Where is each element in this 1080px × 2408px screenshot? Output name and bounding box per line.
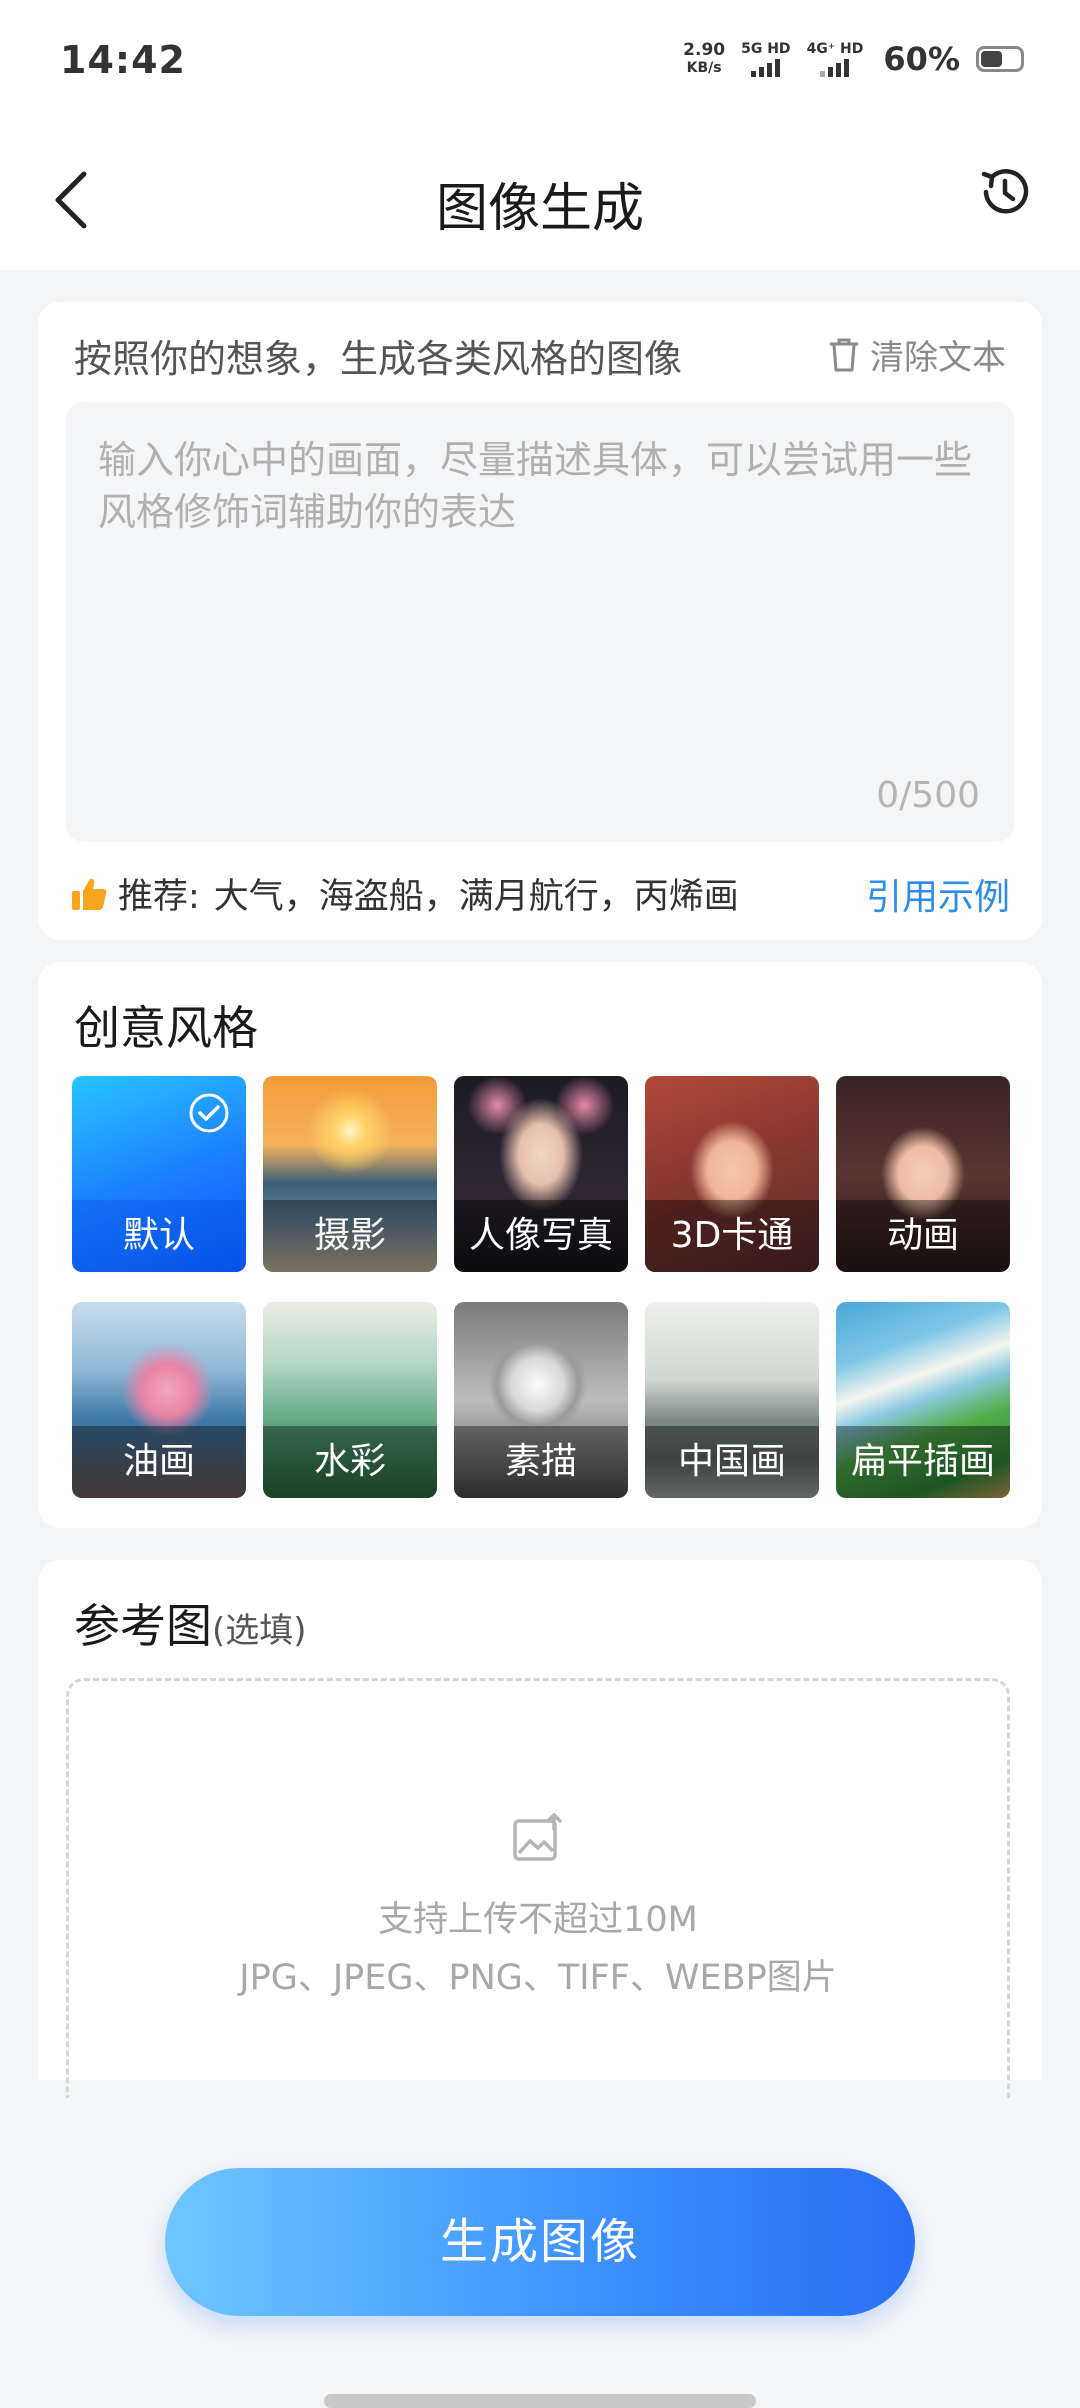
history-button[interactable] <box>974 162 1034 222</box>
status-indicators: 2.90 KB/s 5G HD 4G⁺ HD 60% <box>683 40 1024 78</box>
history-clock-icon <box>981 169 1029 214</box>
prompt-placeholder: 输入你心中的画面，尽量描述具体，可以尝试用一些风格修饰词辅助你的表达 <box>98 438 973 534</box>
style-label: 油画 <box>72 1426 246 1498</box>
style-label: 3D卡通 <box>645 1200 819 1272</box>
trash-icon <box>829 338 859 371</box>
clear-text-button[interactable]: 清除文本 <box>828 330 1006 379</box>
style-tile-watercolor[interactable]: 水彩 <box>263 1302 437 1498</box>
sim2-signal: 4G⁺ HD <box>807 42 863 77</box>
style-card: 创意风格 默认 摄影 人像写真 3D卡通 动画 油画 水彩 素描 中国画 扁平插… <box>38 962 1042 1528</box>
image-upload-icon <box>513 1813 562 1861</box>
optional-hint: (选填) <box>212 1611 307 1651</box>
char-count: 0/500 <box>876 775 980 816</box>
signal-bars-icon <box>820 58 850 77</box>
style-label: 动画 <box>836 1200 1010 1272</box>
recommend-label: 推荐: <box>118 877 200 917</box>
style-tile-anime[interactable]: 动画 <box>836 1076 1010 1272</box>
network-speed: 2.90 KB/s <box>683 40 726 76</box>
style-section-title: 创意风格 <box>74 1001 258 1055</box>
style-label: 摄影 <box>263 1200 437 1272</box>
home-indicator <box>324 2394 756 2408</box>
upload-format-hint: JPG、JPEG、PNG、TIFF、WEBP图片 <box>239 1958 837 1998</box>
style-label: 水彩 <box>263 1426 437 1498</box>
prompt-input[interactable]: 输入你心中的画面，尽量描述具体，可以尝试用一些风格修饰词辅助你的表达 0/500 <box>66 402 1014 842</box>
prompt-card: 按照你的想象，生成各类风格的图像 清除文本 输入你心中的画面，尽量描述具体，可以… <box>38 302 1042 940</box>
clear-text-label: 清除文本 <box>870 338 1006 378</box>
upload-size-hint: 支持上传不超过10M <box>378 1900 698 1940</box>
signal-bars-icon <box>751 58 781 77</box>
reference-card: 参考图(选填) 支持上传不超过10M JPG、JPEG、PNG、TIFF、WEB… <box>38 1560 1042 2098</box>
app-header: 图像生成 <box>0 130 1080 270</box>
style-label: 人像写真 <box>454 1200 628 1272</box>
cite-example-link[interactable]: 引用示例 <box>866 868 1010 920</box>
style-label: 扁平插画 <box>836 1426 1010 1498</box>
thumbs-up-icon <box>72 878 107 910</box>
style-label: 素描 <box>454 1426 628 1498</box>
style-tile-portrait[interactable]: 人像写真 <box>454 1076 628 1272</box>
style-tile-3d-cartoon[interactable]: 3D卡通 <box>645 1076 819 1272</box>
style-tile-default[interactable]: 默认 <box>72 1076 246 1272</box>
sim1-signal: 5G HD <box>741 42 791 77</box>
page-title: 图像生成 <box>435 179 644 239</box>
check-circle-icon <box>189 1093 229 1133</box>
status-time: 14:42 <box>60 38 186 82</box>
style-tile-oil-painting[interactable]: 油画 <box>72 1302 246 1498</box>
generate-image-button[interactable]: 生成图像 <box>165 2168 915 2316</box>
style-tile-flat-illustration[interactable]: 扁平插画 <box>836 1302 1010 1498</box>
upload-dropzone[interactable]: 支持上传不超过10M JPG、JPEG、PNG、TIFF、WEBP图片 <box>66 1678 1010 2098</box>
style-tile-chinese-painting[interactable]: 中国画 <box>645 1302 819 1498</box>
style-tile-photography[interactable]: 摄影 <box>263 1076 437 1272</box>
status-bar: 14:42 2.90 KB/s 5G HD 4G⁺ HD 60% <box>0 0 1080 130</box>
prompt-card-title: 按照你的想象，生成各类风格的图像 <box>74 337 683 381</box>
style-label: 中国画 <box>645 1426 819 1498</box>
style-tile-sketch[interactable]: 素描 <box>454 1302 628 1498</box>
battery-percent: 60% <box>883 40 960 78</box>
battery-icon <box>976 46 1024 72</box>
style-label: 默认 <box>72 1200 246 1272</box>
reference-title: 参考图(选填) <box>74 1599 307 1653</box>
recommend-row: 推荐: 大气，海盗船，满月航行，丙烯画 <box>70 868 739 919</box>
recommend-text: 大气，海盗船，满月航行，丙烯画 <box>213 877 739 917</box>
style-grid: 默认 摄影 人像写真 3D卡通 动画 油画 水彩 素描 中国画 扁平插画 <box>72 1076 1010 1498</box>
